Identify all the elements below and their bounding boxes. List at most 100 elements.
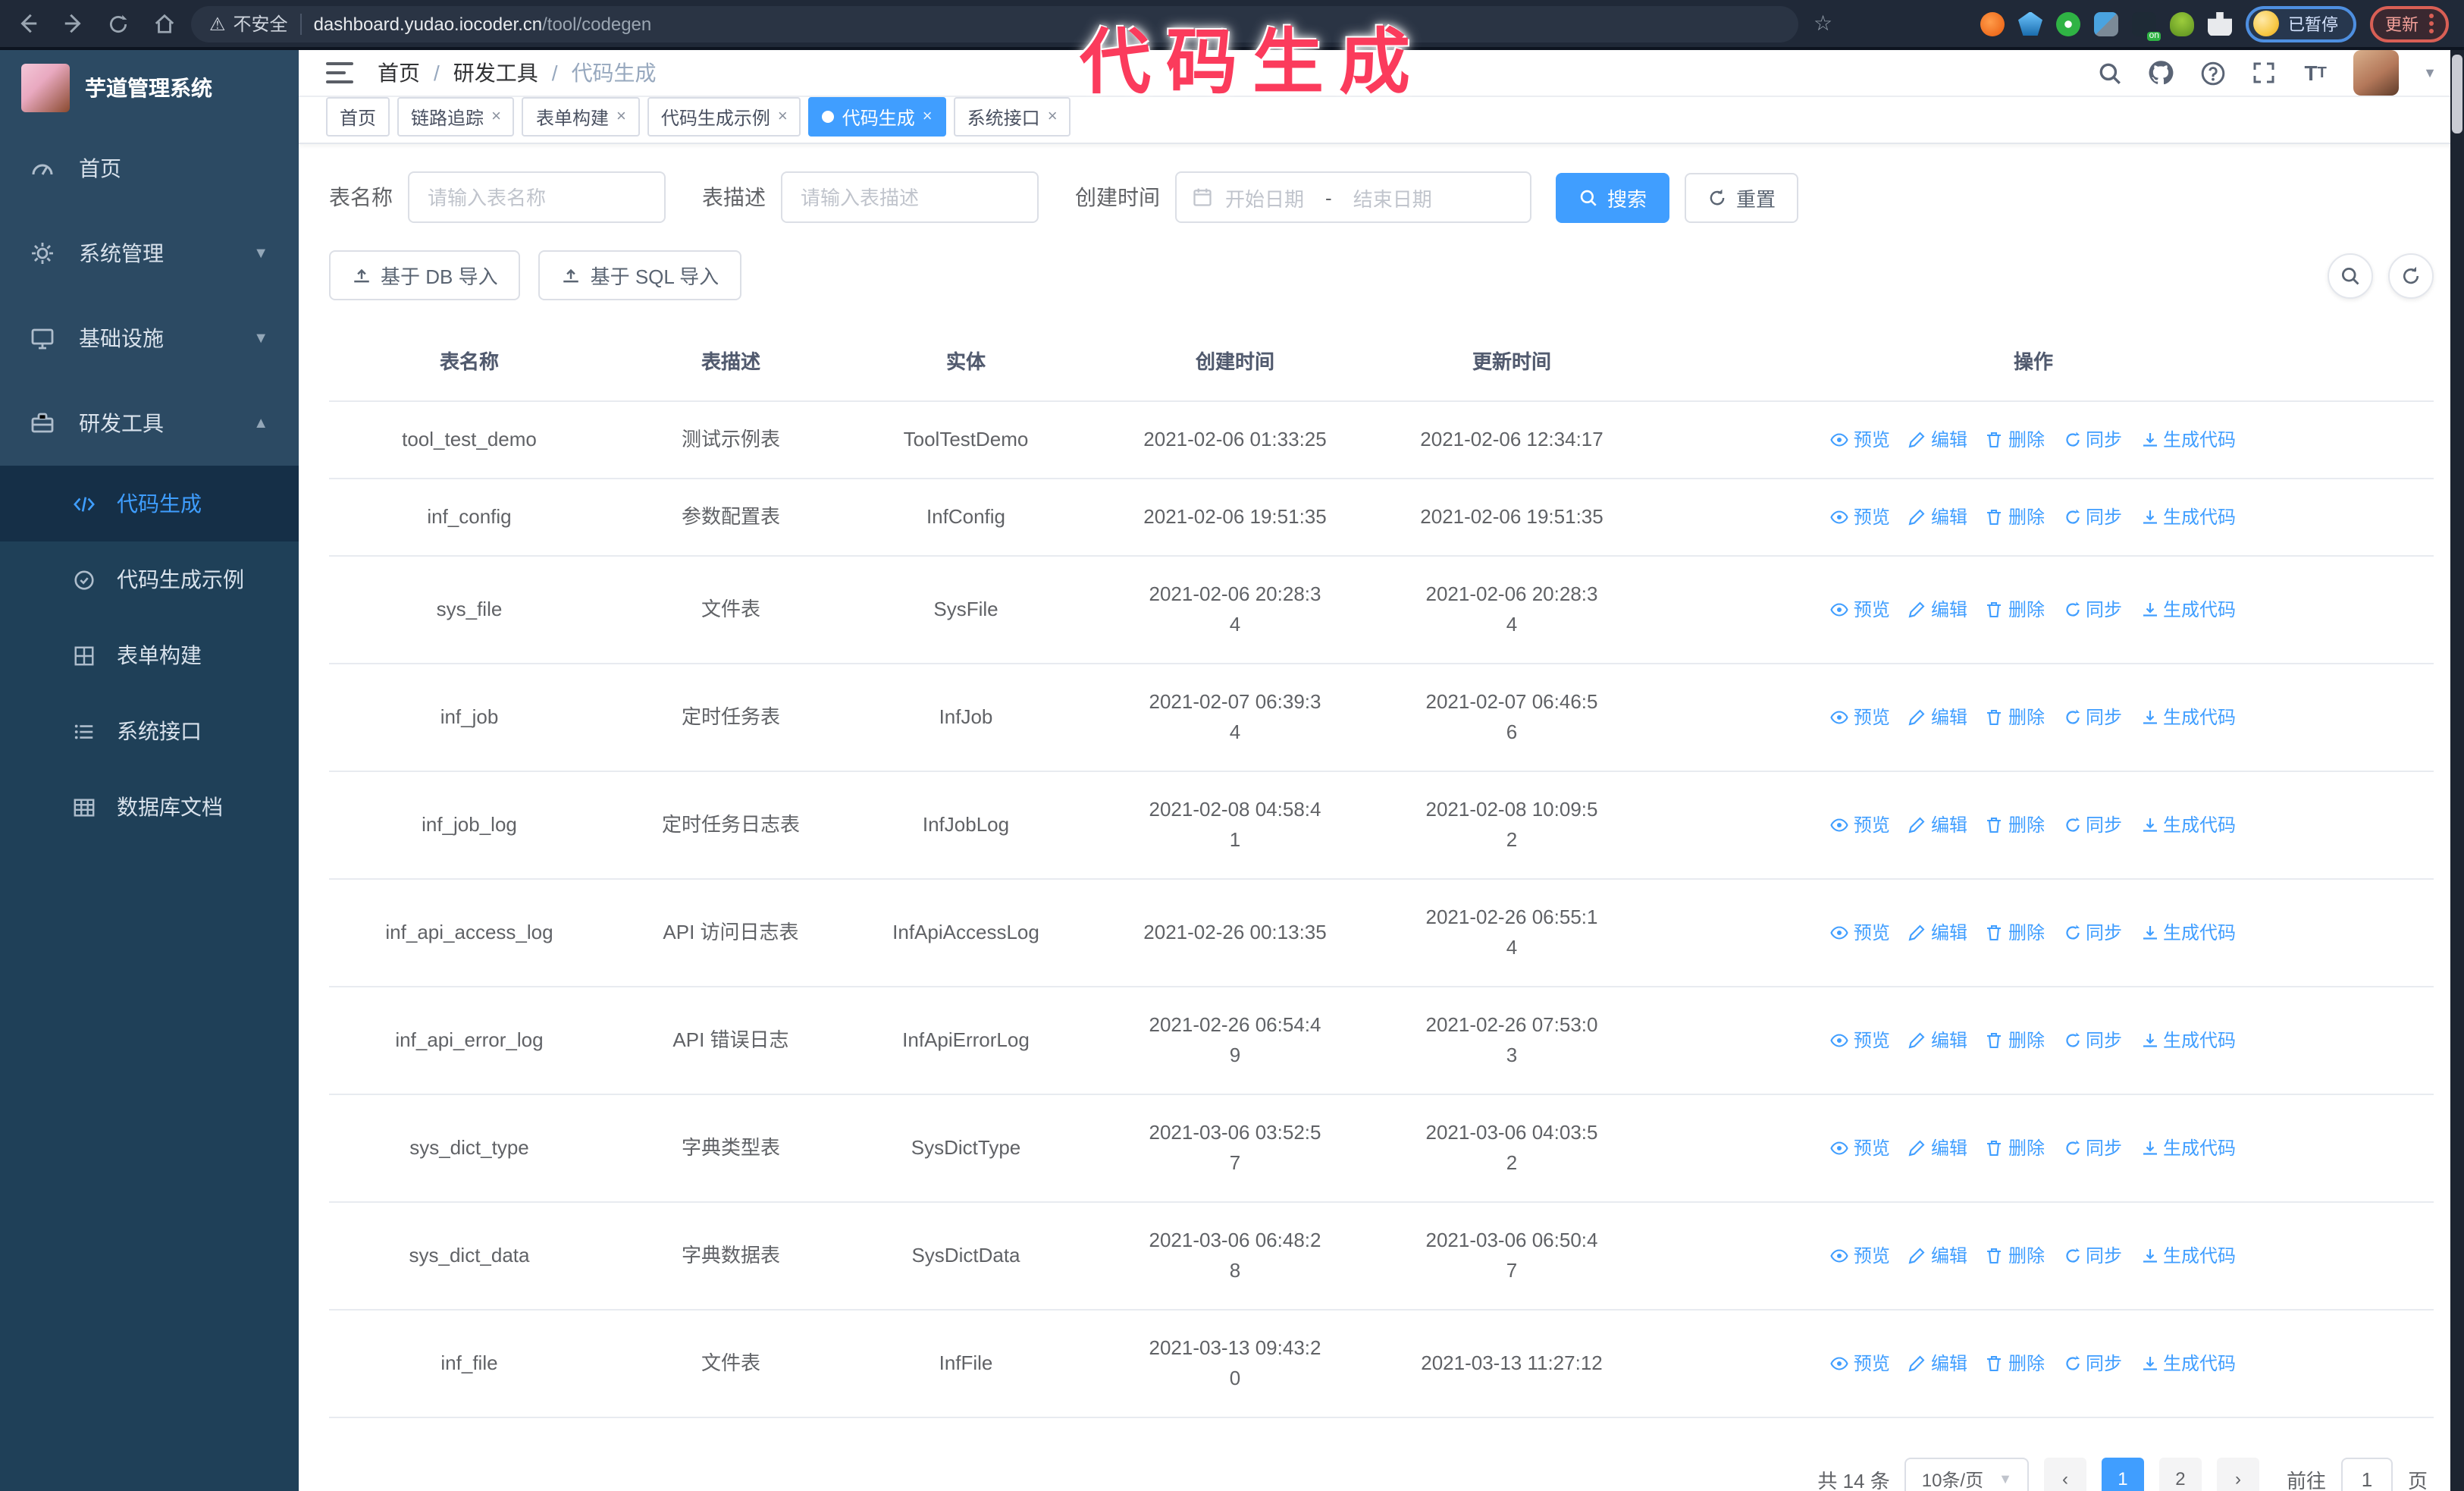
tab-codegen-example[interactable]: 代码生成示例 × [647, 97, 801, 137]
edit-link[interactable]: 编辑 [1908, 502, 1967, 532]
start-date-placeholder[interactable]: 开始日期 [1225, 183, 1304, 212]
sync-link[interactable]: 同步 [2063, 702, 2122, 733]
breadcrumb-dev-tools[interactable]: 研发工具 [453, 58, 538, 88]
sync-link[interactable]: 同步 [2063, 1025, 2122, 1056]
font-size-icon[interactable]: TT [2302, 59, 2329, 86]
delete-link[interactable]: 删除 [1986, 1133, 2045, 1163]
preview-link[interactable]: 预览 [1831, 1348, 1890, 1379]
sync-link[interactable]: 同步 [2063, 595, 2122, 625]
sync-link[interactable]: 同步 [2063, 810, 2122, 840]
generate-code-link[interactable]: 生成代码 [2140, 1348, 2236, 1379]
page-button-1[interactable]: 1 [2101, 1458, 2144, 1491]
sidebar-item-system-api[interactable]: 系统接口 [0, 693, 299, 769]
sidebar-item-form-builder[interactable]: 表单构建 [0, 617, 299, 693]
sidebar-item-infrastructure[interactable]: 基础设施 ▼ [0, 296, 299, 381]
edit-link[interactable]: 编辑 [1908, 918, 1967, 948]
sync-link[interactable]: 同步 [2063, 1241, 2122, 1271]
import-db-button[interactable]: 基于 DB 导入 [329, 250, 521, 300]
sync-link[interactable]: 同步 [2063, 425, 2122, 455]
delete-link[interactable]: 删除 [1986, 702, 2045, 733]
search-button[interactable]: 搜索 [1556, 172, 1670, 222]
table-desc-input[interactable] [781, 171, 1039, 223]
extension-icon-1[interactable] [1980, 11, 2005, 36]
edit-link[interactable]: 编辑 [1908, 1241, 1967, 1271]
import-sql-button[interactable]: 基于 SQL 导入 [538, 250, 742, 300]
forward-icon[interactable] [61, 11, 85, 36]
extension-icon-2[interactable] [2018, 11, 2042, 36]
generate-code-link[interactable]: 生成代码 [2140, 1241, 2236, 1271]
close-icon[interactable]: × [616, 108, 626, 126]
sidebar-item-system-management[interactable]: 系统管理 ▼ [0, 211, 299, 296]
extension-icon-3[interactable] [2056, 11, 2080, 36]
edit-link[interactable]: 编辑 [1908, 1025, 1967, 1056]
extension-icon-5[interactable]: on [2132, 11, 2161, 40]
edit-link[interactable]: 编辑 [1908, 1133, 1967, 1163]
browser-update-button[interactable]: 更新 [2370, 5, 2449, 42]
goto-page-input[interactable] [2340, 1458, 2393, 1491]
browser-menu-icon[interactable] [2429, 14, 2434, 33]
generate-code-link[interactable]: 生成代码 [2140, 810, 2236, 840]
sidebar-item-home[interactable]: 首页 [0, 126, 299, 211]
bookmark-star-icon[interactable]: ☆ [1814, 11, 1832, 36]
page-button-2[interactable]: 2 [2158, 1458, 2202, 1491]
generate-code-link[interactable]: 生成代码 [2140, 918, 2236, 948]
generate-code-link[interactable]: 生成代码 [2140, 425, 2236, 455]
tab-home[interactable]: 首页 [326, 97, 390, 137]
home-icon[interactable] [152, 11, 176, 36]
sidebar-item-dev-tools[interactable]: 研发工具 ▲ [0, 381, 299, 466]
generate-code-link[interactable]: 生成代码 [2140, 1133, 2236, 1163]
preview-link[interactable]: 预览 [1831, 595, 1890, 625]
edit-link[interactable]: 编辑 [1908, 425, 1967, 455]
tab-codegen[interactable]: 代码生成 × [808, 97, 946, 137]
breadcrumb-home[interactable]: 首页 [378, 58, 420, 88]
github-icon[interactable] [2147, 59, 2174, 86]
url-bar[interactable]: ⚠ 不安全 dashboard.yudao.iocoder.cn/tool/co… [191, 5, 1798, 42]
extensions-puzzle-icon[interactable] [2208, 11, 2232, 36]
sync-link[interactable]: 同步 [2063, 1348, 2122, 1379]
edit-link[interactable]: 编辑 [1908, 1348, 1967, 1379]
page-size-select[interactable]: 10条/页 ▼ [1904, 1458, 2029, 1491]
sidebar-item-database-doc[interactable]: 数据库文档 [0, 769, 299, 845]
sidebar-item-codegen-example[interactable]: 代码生成示例 [0, 541, 299, 617]
table-name-input[interactable] [408, 171, 666, 223]
next-page-button[interactable]: › [2216, 1458, 2259, 1491]
avatar-caret-down-icon[interactable]: ▼ [2423, 65, 2437, 80]
not-secure-warning[interactable]: ⚠ 不安全 [209, 11, 288, 36]
delete-link[interactable]: 删除 [1986, 810, 2045, 840]
back-icon[interactable] [15, 11, 39, 36]
sync-link[interactable]: 同步 [2063, 502, 2122, 532]
help-icon[interactable] [2199, 59, 2226, 86]
generate-code-link[interactable]: 生成代码 [2140, 595, 2236, 625]
sidebar-item-codegen[interactable]: 代码生成 [0, 466, 299, 541]
preview-link[interactable]: 预览 [1831, 1025, 1890, 1056]
tab-system-api[interactable]: 系统接口 × [953, 97, 1071, 137]
toggle-search-icon-button[interactable] [2328, 253, 2373, 298]
scrollbar-thumb[interactable] [2452, 55, 2462, 133]
generate-code-link[interactable]: 生成代码 [2140, 502, 2236, 532]
generate-code-link[interactable]: 生成代码 [2140, 1025, 2236, 1056]
preview-link[interactable]: 预览 [1831, 1133, 1890, 1163]
reload-icon[interactable] [106, 11, 130, 36]
hamburger-icon[interactable] [326, 62, 353, 83]
generate-code-link[interactable]: 生成代码 [2140, 702, 2236, 733]
tab-form-builder[interactable]: 表单构建 × [522, 97, 640, 137]
delete-link[interactable]: 删除 [1986, 1241, 2045, 1271]
delete-link[interactable]: 删除 [1986, 595, 2045, 625]
preview-link[interactable]: 预览 [1831, 702, 1890, 733]
tab-tracing[interactable]: 链路追踪 × [397, 97, 515, 137]
avatar[interactable] [2353, 50, 2400, 96]
prev-page-button[interactable]: ‹ [2043, 1458, 2086, 1491]
delete-link[interactable]: 删除 [1986, 1025, 2045, 1056]
preview-link[interactable]: 预览 [1831, 810, 1890, 840]
close-icon[interactable]: × [923, 108, 933, 126]
end-date-placeholder[interactable]: 结束日期 [1353, 183, 1432, 212]
reset-button[interactable]: 重置 [1685, 172, 1799, 222]
profile-paused-badge[interactable]: 已暂停 [2246, 5, 2356, 42]
edit-link[interactable]: 编辑 [1908, 810, 1967, 840]
delete-link[interactable]: 删除 [1986, 502, 2045, 532]
fullscreen-icon[interactable] [2250, 59, 2277, 86]
preview-link[interactable]: 预览 [1831, 425, 1890, 455]
sync-link[interactable]: 同步 [2063, 918, 2122, 948]
close-icon[interactable]: × [778, 108, 788, 126]
page-scrollbar[interactable] [2450, 50, 2464, 1491]
